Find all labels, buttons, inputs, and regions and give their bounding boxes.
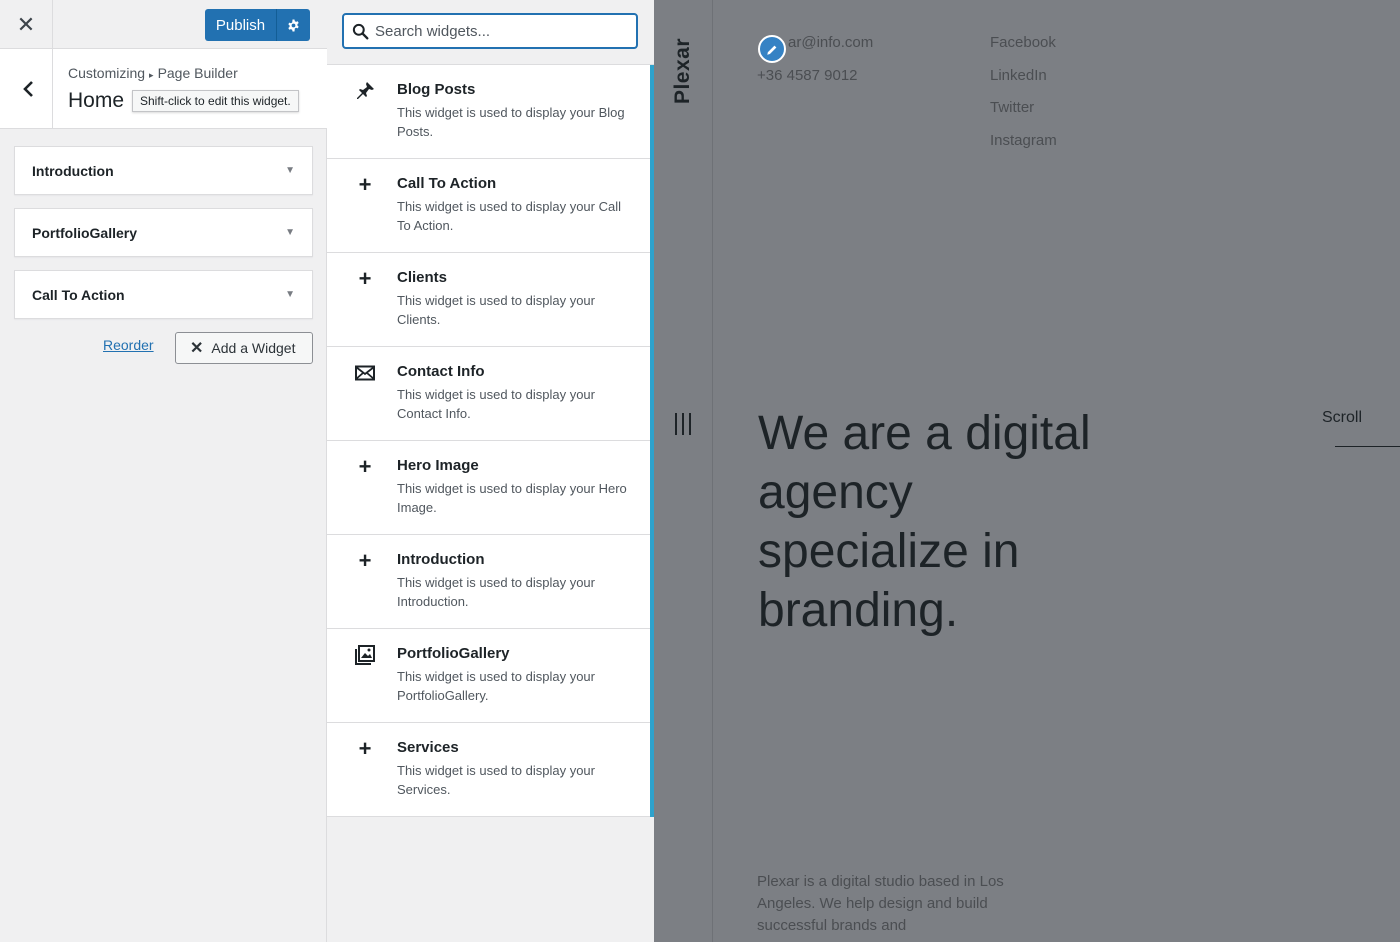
widget-title: Introduction — [32, 162, 114, 179]
menu-icon[interactable] — [675, 413, 691, 435]
add-widget-label: Add a Widget — [211, 340, 296, 356]
widget-title: Call To Action — [32, 286, 125, 303]
triangle-down-icon[interactable]: ▼ — [285, 165, 295, 176]
plus-icon: + — [358, 172, 372, 197]
available-widget-list: Blog Posts This widget is used to displa… — [327, 65, 654, 817]
breadcrumb-separator-icon: ▸ — [149, 70, 154, 80]
social-link-linkedin[interactable]: LinkedIn — [990, 67, 1047, 84]
shift-click-tooltip: Shift-click to edit this widget. — [132, 90, 299, 112]
widget-title: Call To Action — [397, 175, 497, 192]
widget-title: Clients — [397, 269, 448, 286]
placed-widget-call-to-action[interactable]: Call To Action ▼ — [14, 270, 313, 319]
pin-icon — [353, 79, 377, 103]
widget-title: PortfolioGallery — [32, 224, 138, 241]
customizer-header: ✕ Publish — [0, 0, 327, 49]
social-link-twitter[interactable]: Twitter — [990, 99, 1034, 116]
plus-icon: + — [358, 736, 372, 761]
publish-label: Publish — [215, 16, 266, 34]
placed-widget-portfoliogallery[interactable]: PortfolioGallery ▼ — [14, 208, 313, 257]
site-logo-text: Plexar — [671, 37, 694, 105]
close-customizer-button[interactable]: ✕ — [0, 0, 53, 49]
search-icon — [352, 23, 369, 39]
widget-title: Hero Image — [397, 457, 479, 474]
available-widget-call-to-action[interactable]: + Call To Action This widget is used to … — [327, 159, 650, 253]
section-title: Home — [68, 89, 125, 112]
widget-title: Introduction — [397, 551, 485, 568]
available-widget-introduction[interactable]: + Introduction This widget is used to di… — [327, 535, 650, 629]
site-logo[interactable]: Plexar — [668, 38, 698, 104]
add-widget-button[interactable]: ✕ Add a Widget — [175, 332, 313, 364]
social-link-instagram[interactable]: Instagram — [990, 132, 1057, 149]
back-button[interactable] — [0, 49, 53, 129]
placed-widget-introduction[interactable]: Introduction ▼ — [14, 146, 313, 195]
widget-description: This widget is used to display your Serv… — [397, 763, 595, 797]
triangle-down-icon[interactable]: ▼ — [285, 289, 295, 300]
search-input[interactable] — [375, 22, 615, 40]
breadcrumb: Customizing ▸ Page Builder — [68, 65, 238, 81]
envelope-icon — [353, 361, 377, 385]
publish-settings-button[interactable] — [276, 9, 310, 41]
widget-title: Contact Info — [397, 363, 485, 380]
widget-title: Blog Posts — [397, 81, 476, 98]
close-icon: ✕ — [190, 340, 204, 357]
gallery-icon — [353, 643, 377, 667]
preview-email: ar@info.com — [788, 34, 874, 51]
scroll-line — [1335, 446, 1400, 447]
edit-shortcut-pencil-icon[interactable] — [758, 35, 786, 63]
customizer-sidebar: ✕ Publish Customizing ▸ Page Builder Home … — [0, 0, 327, 942]
available-widgets-panel: Blog Posts This widget is used to displa… — [327, 0, 654, 942]
widget-description: This widget is used to display your Hero… — [397, 481, 627, 515]
reorder-link[interactable]: Reorder — [103, 337, 154, 353]
plus-icon: + — [358, 548, 372, 573]
available-widget-services[interactable]: + Services This widget is used to displa… — [327, 723, 650, 817]
preview-side-rail: Plexar — [654, 0, 713, 942]
widget-search-bar — [327, 0, 654, 65]
available-widget-clients[interactable]: + Clients This widget is used to display… — [327, 253, 650, 347]
section-header: Customizing ▸ Page Builder Home Shift-clic… — [0, 49, 327, 129]
plus-icon: + — [358, 266, 372, 291]
scroll-indicator[interactable]: Scroll — [1322, 409, 1362, 427]
available-widget-contact-info[interactable]: Contact Info This widget is used to disp… — [327, 347, 650, 441]
widget-title: Services — [397, 739, 459, 756]
breadcrumb-current: Page Builder — [157, 65, 238, 81]
about-paragraph: Plexar is a digital studio based in Los … — [757, 873, 1004, 934]
widget-description: This widget is used to display your Clie… — [397, 293, 595, 327]
social-link-facebook[interactable]: Facebook — [990, 34, 1056, 51]
breadcrumb-root: Customizing — [68, 65, 146, 81]
chevron-left-icon — [22, 81, 33, 97]
close-icon: ✕ — [16, 11, 36, 37]
widget-description: This widget is used to display your Intr… — [397, 575, 595, 609]
widget-description: This widget is used to display your Blog… — [397, 105, 625, 139]
search-box[interactable] — [342, 13, 638, 49]
widget-title: PortfolioGallery — [397, 645, 510, 662]
widget-description: This widget is used to display your Port… — [397, 669, 595, 703]
publish-button[interactable]: Publish — [205, 9, 310, 41]
available-widget-portfoliogallery[interactable]: PortfolioGallery This widget is used to … — [327, 629, 650, 723]
triangle-down-icon[interactable]: ▼ — [285, 227, 295, 238]
widget-description: This widget is used to display your Call… — [397, 199, 621, 233]
gear-icon — [288, 19, 299, 31]
widget-description: This widget is used to display your Cont… — [397, 387, 595, 421]
available-widget-blog-posts[interactable]: Blog Posts This widget is used to displa… — [327, 65, 650, 159]
plus-icon: + — [358, 454, 372, 479]
site-preview: Plexar ar@info.com +36 4587 9012 Faceboo… — [654, 0, 1400, 942]
hero-heading: We are a digital agency specialize in br… — [758, 407, 1091, 637]
available-widget-hero-image[interactable]: + Hero Image This widget is used to disp… — [327, 441, 650, 535]
preview-phone: +36 4587 9012 — [757, 67, 858, 84]
